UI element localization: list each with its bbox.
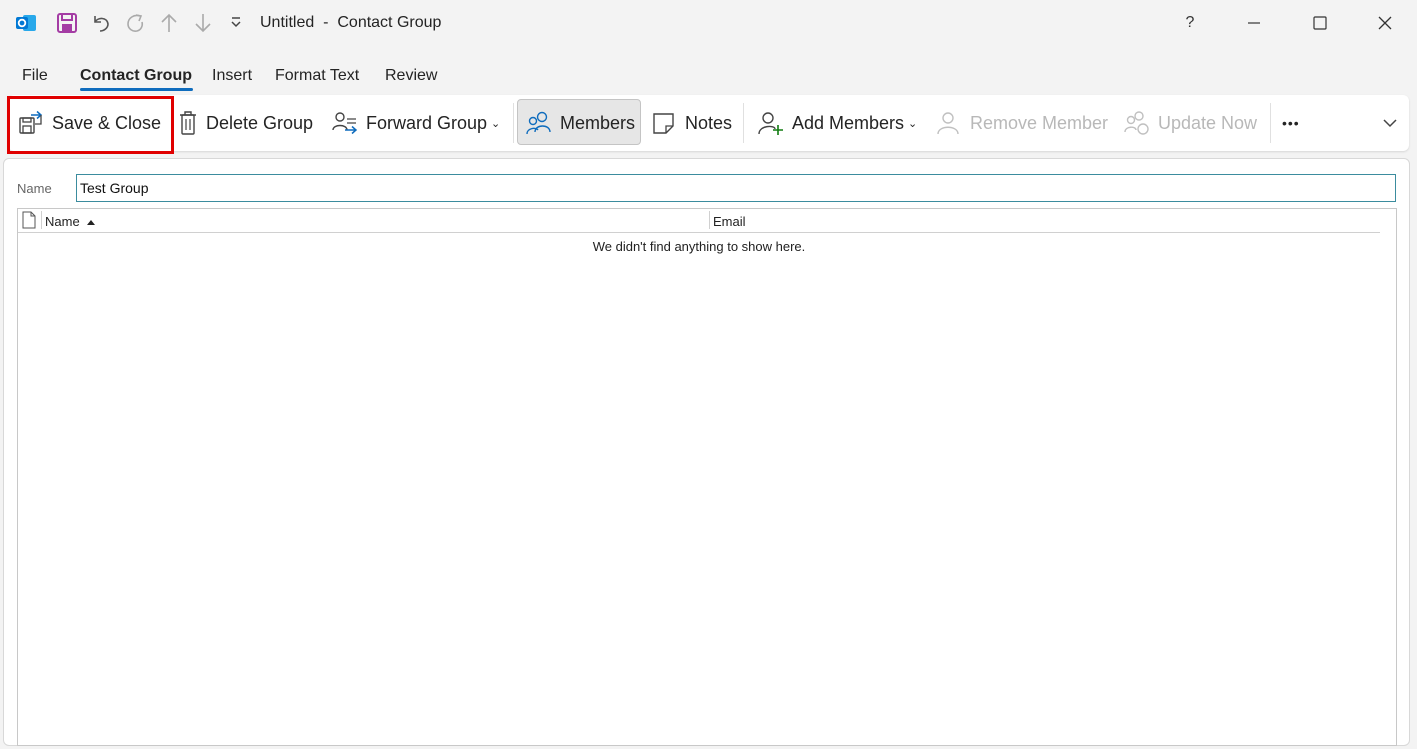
outlook-logo-icon bbox=[12, 9, 40, 37]
up-arrow-icon[interactable] bbox=[156, 9, 182, 37]
close-icon bbox=[1378, 16, 1392, 30]
contact-group-form: Name Name Email We didn't find anything … bbox=[3, 158, 1410, 746]
down-arrow-icon[interactable] bbox=[190, 9, 216, 37]
ribbon-separator bbox=[513, 103, 514, 143]
forward-group-button[interactable]: Forward Group ⌄ bbox=[332, 100, 500, 146]
group-name-input[interactable] bbox=[76, 174, 1396, 202]
ribbon-separator bbox=[1270, 103, 1271, 143]
trash-icon bbox=[180, 111, 196, 135]
delete-group-label: Delete Group bbox=[206, 112, 314, 133]
undo-icon[interactable] bbox=[88, 9, 114, 37]
forward-group-icon bbox=[332, 112, 358, 135]
members-button[interactable]: Members bbox=[526, 100, 635, 146]
add-person-icon bbox=[758, 112, 783, 135]
tab-format-text[interactable]: Format Text bbox=[275, 67, 359, 85]
ribbon-tabs: File Contact Group Insert Format Text Re… bbox=[0, 58, 1417, 94]
more-options-button[interactable]: ••• bbox=[1282, 100, 1300, 146]
members-icon bbox=[526, 111, 551, 135]
remove-member-label: Remove Member bbox=[970, 112, 1109, 133]
maximize-button[interactable] bbox=[1300, 8, 1340, 38]
column-header-email[interactable]: Email bbox=[713, 214, 746, 229]
tab-contact-group[interactable]: Contact Group bbox=[80, 67, 192, 85]
chevron-down-icon: ⌄ bbox=[908, 117, 918, 130]
minimize-button[interactable] bbox=[1234, 8, 1274, 38]
note-icon bbox=[653, 113, 674, 134]
column-name-label: Name bbox=[45, 214, 80, 229]
add-members-label: Add Members bbox=[792, 112, 905, 133]
save-close-button[interactable]: Save & Close bbox=[18, 100, 161, 146]
window-title: Untitled - Contact Group bbox=[260, 14, 442, 31]
remove-person-icon bbox=[937, 112, 959, 135]
update-now-button[interactable]: Update Now bbox=[1124, 100, 1257, 146]
document-icon bbox=[22, 211, 36, 234]
title-bar: Untitled - Contact Group ? bbox=[0, 0, 1417, 46]
redo-icon[interactable] bbox=[122, 9, 148, 37]
members-list: Name Email We didn't find anything to sh… bbox=[17, 208, 1397, 746]
save-icon[interactable] bbox=[54, 9, 80, 37]
delete-group-button[interactable]: Delete Group bbox=[178, 100, 313, 146]
column-header-name[interactable]: Name bbox=[45, 214, 96, 229]
add-members-button[interactable]: Add Members ⌄ bbox=[758, 100, 917, 146]
sort-ascending-icon bbox=[87, 220, 96, 225]
close-button[interactable] bbox=[1365, 8, 1405, 38]
save-close-icon bbox=[19, 110, 43, 134]
tab-insert[interactable]: Insert bbox=[212, 67, 252, 85]
remove-member-button[interactable]: Remove Member bbox=[936, 100, 1108, 146]
tab-review[interactable]: Review bbox=[385, 67, 437, 85]
chevron-down-icon: ⌄ bbox=[491, 117, 501, 130]
tab-file[interactable]: File bbox=[22, 67, 48, 85]
save-close-label: Save & Close bbox=[52, 112, 162, 133]
update-contacts-icon bbox=[1124, 111, 1149, 135]
members-label: Members bbox=[560, 112, 636, 133]
column-divider bbox=[41, 211, 42, 229]
members-list-header: Name Email bbox=[18, 209, 1380, 233]
customize-dropdown-icon[interactable] bbox=[226, 9, 246, 37]
notes-button[interactable]: Notes bbox=[651, 100, 732, 146]
notes-label: Notes bbox=[685, 112, 733, 133]
active-tab-indicator bbox=[80, 88, 193, 91]
ribbon-toolbar: Save & Close Delete Group Forward Group … bbox=[8, 95, 1409, 151]
empty-list-message: We didn't find anything to show here. bbox=[592, 239, 806, 254]
ribbon-expand-button[interactable] bbox=[1382, 100, 1406, 146]
chevron-down-icon bbox=[1383, 119, 1397, 128]
forward-group-label: Forward Group bbox=[366, 112, 488, 133]
column-divider bbox=[709, 211, 710, 229]
maximize-icon bbox=[1313, 16, 1327, 30]
update-now-label: Update Now bbox=[1158, 112, 1258, 133]
help-button[interactable]: ? bbox=[1170, 8, 1210, 38]
ribbon-separator bbox=[743, 103, 744, 143]
minimize-icon bbox=[1248, 22, 1260, 24]
name-label: Name bbox=[17, 181, 52, 196]
